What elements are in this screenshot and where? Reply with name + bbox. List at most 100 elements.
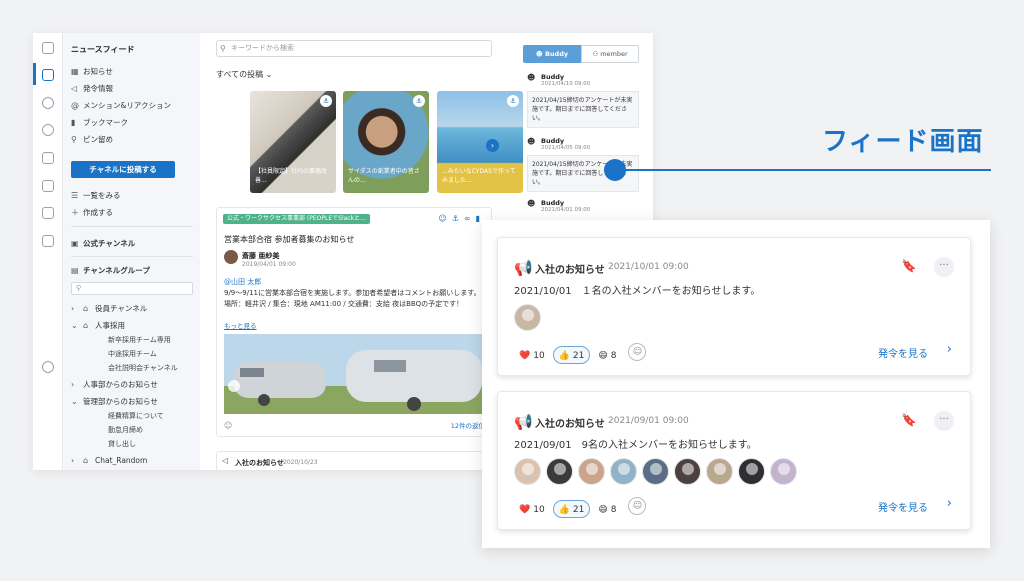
logout-icon[interactable] (42, 361, 54, 373)
sidebar-item-orders[interactable]: ◁ 発令情報 (71, 83, 113, 94)
reaction-count: 21 (572, 351, 585, 361)
notice-icon: ▦ (71, 67, 79, 76)
more-options-icon[interactable]: ··· (934, 411, 954, 431)
group-item-hr-recruit[interactable]: ⌄ ⌂ 人事採用 (71, 320, 125, 331)
channel-item[interactable]: 勤怠月締め (108, 425, 143, 435)
reaction-bar: ❤️ 10 👍 21 😄 8 ☺ (514, 343, 647, 364)
link-icon[interactable]: ∞ (464, 214, 476, 223)
tab-buddy[interactable]: ☻ Buddy (523, 45, 581, 63)
more-options-icon[interactable]: ··· (934, 257, 954, 277)
anchor-icon: ⚓ (413, 95, 425, 107)
replies-link[interactable]: 12件の返信 (451, 420, 485, 430)
channel-item[interactable]: 経費精算について (108, 411, 164, 421)
post-actions[interactable]: ☺⚓∞▮ (438, 214, 485, 223)
feed-post[interactable]: ◁ 入社のお知らせ 2020/10/23 (216, 451, 492, 470)
emoji-icon: ❤️ (519, 351, 531, 361)
see-order-link[interactable]: 発令を見る (878, 345, 928, 360)
chevron-down-icon: ⌄ (71, 397, 78, 406)
list-all-link[interactable]: ☰ 一覧をみる (71, 190, 121, 201)
chevron-right-icon[interactable]: › (947, 342, 952, 357)
feed-icon[interactable] (42, 69, 54, 81)
reaction-count: 10 (533, 505, 545, 515)
channel-item[interactable]: 新卒採用チーム専用 (108, 335, 171, 345)
sidebar-item-bookmarks[interactable]: ▮ ブックマーク (71, 117, 128, 128)
buddy-icon: ☻ (527, 73, 536, 82)
chevron-down-icon: ⌄ (265, 70, 273, 79)
create-link[interactable]: ＋作成する (71, 207, 113, 218)
read-more-link[interactable]: もっと見る (224, 320, 257, 330)
channel-search-input[interactable]: ⚲ (71, 282, 193, 295)
post-filter-dropdown[interactable]: すべての投稿 ⌄ (216, 69, 272, 80)
channel-item[interactable]: 会社説明会チャンネル (108, 363, 178, 373)
avatar[interactable] (642, 458, 669, 485)
channel-item[interactable]: 貸し出し (108, 439, 136, 449)
post-date: 2019/04/01 09:00 (242, 261, 296, 268)
divider (71, 226, 193, 227)
broadcast-icon[interactable] (42, 152, 54, 164)
lock-icon: ⌂ (83, 304, 89, 313)
pin-icon: ⚲ (71, 135, 77, 144)
official-channel-link[interactable]: ▣ 公式チャンネル (71, 238, 135, 249)
reaction-icon[interactable]: ☺ (438, 214, 451, 223)
featured-post-thumbnail[interactable]: ⚓ 【社員限定】社内の業務改善... (250, 91, 336, 193)
see-order-link[interactable]: 発令を見る (878, 499, 928, 514)
home-icon[interactable] (42, 42, 54, 54)
group-item-chat-random[interactable]: › ⌂ Chat_Random (71, 456, 147, 465)
survey-icon[interactable] (42, 207, 54, 219)
emoji-icon: 👍 (558, 351, 570, 361)
reaction-chip[interactable]: 👍 21 (552, 346, 591, 364)
buddy-message: ☻ Buddy 2021/04/05 09:00 2021/04/15締切のアン… (527, 137, 647, 192)
sidebar-item-notice[interactable]: ▦ お知らせ (71, 66, 113, 77)
avatar[interactable] (738, 458, 765, 485)
mention-link[interactable]: @山田 太郎 (224, 277, 261, 287)
group-item-admin-notice[interactable]: ⌄ 管理部からのお知らせ (71, 396, 158, 407)
post-to-channel-button[interactable]: チャネルに投稿する (71, 161, 175, 178)
avatar[interactable] (514, 304, 541, 331)
buddy-icon: ☻ (527, 137, 536, 146)
profile-icon[interactable] (42, 97, 54, 109)
avatar[interactable] (706, 458, 733, 485)
featured-post-thumbnail[interactable]: ⚓ サイダスの創業者中の皆さんの... (343, 91, 429, 193)
chevron-right-icon: › (71, 456, 75, 465)
carousel-next-button[interactable]: › (486, 139, 499, 152)
group-item-hr-notice[interactable]: › 人事部からのお知らせ (71, 379, 158, 390)
newsfeed-heading: ニュースフィード (71, 45, 135, 54)
reaction-count: 10 (533, 351, 545, 361)
anchor-icon[interactable]: ⚓ (452, 214, 464, 223)
add-reaction-icon[interactable]: ☺ (628, 343, 647, 361)
group-item-executives[interactable]: › ⌂ 役員チャンネル (71, 303, 147, 314)
add-reaction-icon[interactable]: ☺ (628, 497, 647, 515)
reaction-chip[interactable]: ❤️ 10 (514, 347, 550, 365)
avatar[interactable] (674, 458, 701, 485)
post-photo[interactable] (224, 334, 486, 414)
add-reaction-icon[interactable]: ☺ (224, 421, 232, 430)
post-author: 斎藤 亜紗美 (242, 252, 280, 260)
avatar[interactable] (770, 458, 797, 485)
bookmark-icon[interactable]: 🔖 (900, 411, 918, 429)
sidebar-item-pins[interactable]: ⚲ ピン留め (71, 134, 113, 145)
reaction-chip[interactable]: ❤️ 10 (514, 501, 550, 519)
keyword-search-input[interactable]: ⚲ キーワードから検索 (216, 40, 492, 57)
search-people-icon[interactable] (42, 124, 54, 136)
settings-icon[interactable] (42, 180, 54, 192)
featured-post-thumbnail[interactable]: ⚓ ...みたいなCYDASで作ってみました... (437, 91, 523, 193)
bookmark-icon[interactable]: 🔖 (900, 257, 918, 275)
megaphone-icon: ◁ (71, 84, 78, 93)
divider (71, 256, 193, 257)
zoom-panel: 📢 入社のお知らせ 2021/10/01 09:00 🔖 ··· 2021/10… (482, 220, 990, 548)
avatar[interactable] (578, 458, 605, 485)
avatar[interactable] (546, 458, 573, 485)
active-indicator (33, 63, 36, 85)
reaction-chip[interactable]: 😄 8 (593, 347, 621, 365)
sidebar-item-mentions[interactable]: @ メンション&リアクション (71, 100, 171, 111)
channel-tag[interactable]: 公式・ワークサクセス事業部 (PEOPLEでSlackと... (223, 214, 370, 224)
reaction-chip[interactable]: 👍 21 (552, 500, 591, 518)
tab-member[interactable]: ⚇ member (581, 45, 639, 63)
avatar[interactable] (514, 458, 541, 485)
chevron-right-icon[interactable]: › (947, 496, 952, 511)
edit-icon[interactable] (42, 235, 54, 247)
lock-icon: ⌂ (83, 456, 89, 465)
reaction-chip[interactable]: 😄 8 (593, 501, 621, 519)
channel-item[interactable]: 中途採用チーム (108, 349, 157, 359)
avatar[interactable] (610, 458, 637, 485)
